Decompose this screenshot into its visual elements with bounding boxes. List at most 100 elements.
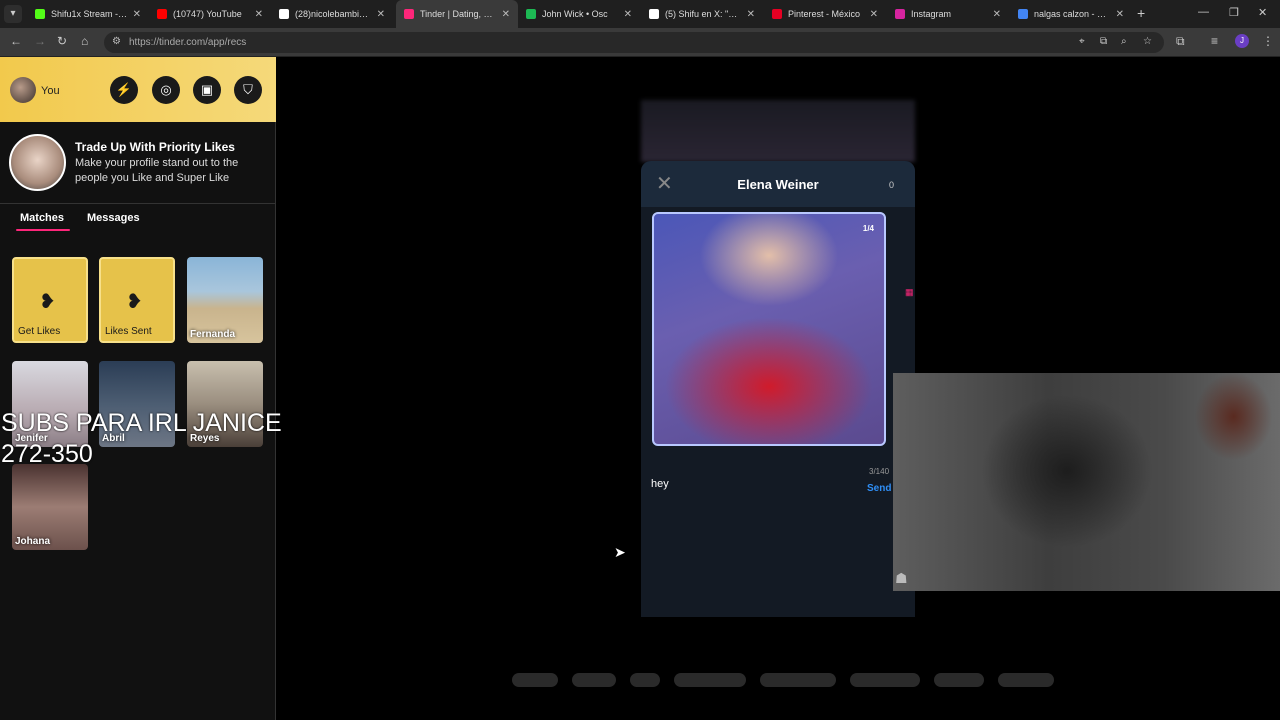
location-icon[interactable]: ⌖ (1079, 36, 1085, 47)
shortcut-item (934, 673, 984, 687)
tab-close-icon[interactable]: ✕ (255, 9, 263, 20)
match-card[interactable]: Fernanda (187, 257, 263, 343)
tab-close-icon[interactable]: ✕ (747, 9, 755, 20)
card-label: Get Likes (18, 326, 61, 337)
boost-icon[interactable]: ⚡ (110, 76, 138, 104)
promo-title: Trade Up With Priority Likes (75, 140, 235, 154)
minimize-icon[interactable]: — (1198, 6, 1209, 18)
tab-close-icon[interactable]: ✕ (870, 9, 878, 20)
get-likes-card[interactable]: ❥ Get Likes (12, 257, 88, 343)
tab-messages[interactable]: Messages (87, 212, 140, 224)
char-counter: 3/140 (869, 467, 890, 476)
my-profile-avatar[interactable] (10, 77, 36, 103)
tinder-sidebar: You ⚡ ◎ ▣ ⛉ Trade Up With Priority Likes… (0, 57, 276, 720)
shortcut-item (630, 673, 660, 687)
tab-favicon-icon (649, 9, 659, 19)
priority-likes-promo[interactable]: Trade Up With Priority Likes Make your p… (0, 122, 276, 204)
tab-close-icon[interactable]: ✕ (377, 9, 385, 20)
modal-title: Elena Weiner (737, 177, 819, 192)
profile-photo[interactable]: 1/4 (652, 212, 886, 446)
tab-favicon-icon (35, 9, 45, 19)
hearts-icon: ❥ (126, 291, 143, 313)
sidebar-header: You ⚡ ◎ ▣ ⛉ (0, 57, 276, 122)
browser-tab[interactable]: John Wick • Osc ✕ (518, 0, 640, 28)
restore-icon[interactable]: ❐ (1229, 6, 1239, 19)
safety-shield-icon[interactable]: ⛉ (234, 76, 262, 104)
pink-badge-icon: ▦ (905, 287, 914, 297)
sidebar-tabs: Matches Messages (0, 204, 276, 234)
browser-tab[interactable]: Instagram ✕ (887, 0, 1009, 28)
tab-title: Pinterest - México (788, 9, 861, 19)
tab-title: (28)nicolebambi_(@ (295, 9, 373, 19)
mouse-cursor-icon: ➤ (614, 544, 626, 560)
modal-header: ✕ Elena Weiner 0 (641, 161, 915, 207)
stream-overlay-text: SUBS PARA IRL JANICE 272-350 (1, 408, 282, 470)
url-field[interactable]: ⚙ https://tinder.com/app/recs ⌖ ⧉ ⌕ ☆ (104, 32, 1164, 53)
explore-compass-icon[interactable]: ◎ (152, 76, 180, 104)
match-card[interactable]: Johana (12, 464, 88, 550)
keyboard-shortcuts-bar (512, 670, 1054, 690)
hearts-icon: ❥ (39, 291, 56, 313)
send-button[interactable]: Send (867, 483, 891, 494)
tab-title: John Wick • Osc (542, 9, 608, 19)
match-name: Johana (15, 536, 51, 547)
tab-close-icon[interactable]: ✕ (624, 9, 632, 20)
home-icon[interactable]: ⌂ (81, 34, 88, 48)
tab-favicon-icon (526, 9, 536, 19)
briefcase-icon[interactable]: ▣ (193, 76, 221, 104)
shortcut-item (760, 673, 836, 687)
close-window-icon[interactable]: ✕ (1258, 6, 1267, 19)
webcam-logo-icon: ☗ (895, 570, 908, 586)
zoom-icon[interactable]: ⌕ (1121, 36, 1127, 47)
shortcut-item (512, 673, 558, 687)
match-name: Fernanda (190, 329, 236, 340)
overlay-line-1: SUBS PARA IRL JANICE (1, 409, 282, 437)
tab-favicon-icon (279, 9, 289, 19)
tab-title: Shifu1x Stream - We (51, 9, 129, 19)
message-input[interactable] (651, 475, 851, 493)
tab-search-icon[interactable]: ▾ (4, 5, 22, 23)
tab-title: nalgas calzon - Busca (1034, 9, 1112, 19)
browser-tab[interactable]: (10747) YouTube ✕ (149, 0, 271, 28)
blurred-background-photo (641, 100, 915, 162)
reload-icon[interactable]: ↻ (57, 34, 67, 48)
media-controls-icon[interactable]: ≡ (1211, 34, 1218, 48)
site-info-icon[interactable]: ⚙ (112, 36, 121, 47)
extensions-icon[interactable]: ⧉ (1176, 34, 1185, 49)
forward-icon[interactable]: → (34, 34, 46, 48)
tab-matches[interactable]: Matches (20, 212, 64, 224)
promo-avatar (9, 134, 66, 191)
tab-close-icon[interactable]: ✕ (1116, 9, 1124, 20)
active-tab-indicator (16, 229, 70, 231)
tab-title: Instagram (911, 9, 952, 19)
tab-close-icon[interactable]: ✕ (502, 9, 510, 20)
card-label: Likes Sent (105, 326, 152, 337)
browser-tab[interactable]: (28)nicolebambi_(@ ✕ (271, 0, 393, 28)
tab-title: Tinder | Dating, Make (420, 9, 498, 19)
browser-tab[interactable]: Tinder | Dating, Make ✕ (396, 0, 518, 28)
super-like-count: 0 (889, 180, 895, 190)
likes-sent-card[interactable]: ❥ Likes Sent (99, 257, 175, 343)
overlay-line-2: 272-350 (1, 440, 93, 468)
browser-menu-icon[interactable]: ⋮ (1262, 34, 1274, 48)
browser-tab[interactable]: Shifu1x Stream - We ✕ (27, 0, 149, 28)
new-tab-icon[interactable]: + (1137, 5, 1145, 21)
browser-tab[interactable]: Pinterest - México ✕ (764, 0, 886, 28)
promo-text: Make your profile stand out to the peopl… (75, 157, 239, 184)
tab-favicon-icon (1018, 9, 1028, 19)
install-app-icon[interactable]: ⧉ (1100, 36, 1107, 47)
profile-avatar[interactable]: J (1235, 34, 1249, 48)
tab-title: (5) Shifu en X: "@littl (665, 9, 743, 19)
bookmark-star-icon[interactable]: ☆ (1143, 36, 1152, 47)
back-icon[interactable]: ← (10, 34, 22, 48)
shortcut-item (850, 673, 920, 687)
my-profile-name[interactable]: You (41, 85, 60, 97)
tab-close-icon[interactable]: ✕ (993, 9, 1001, 20)
tab-close-icon[interactable]: ✕ (133, 9, 141, 20)
browser-tab-strip: ▾ Shifu1x Stream - We ✕ (10747) YouTube ✕ (2… (0, 0, 1280, 28)
photo-pager: 1/4 (862, 224, 874, 233)
tab-title: (10747) YouTube (173, 9, 242, 19)
browser-tab[interactable]: (5) Shifu en X: "@littl ✕ (641, 0, 763, 28)
browser-tab[interactable]: nalgas calzon - Busca ✕ (1010, 0, 1132, 28)
tab-favicon-icon (404, 9, 414, 19)
